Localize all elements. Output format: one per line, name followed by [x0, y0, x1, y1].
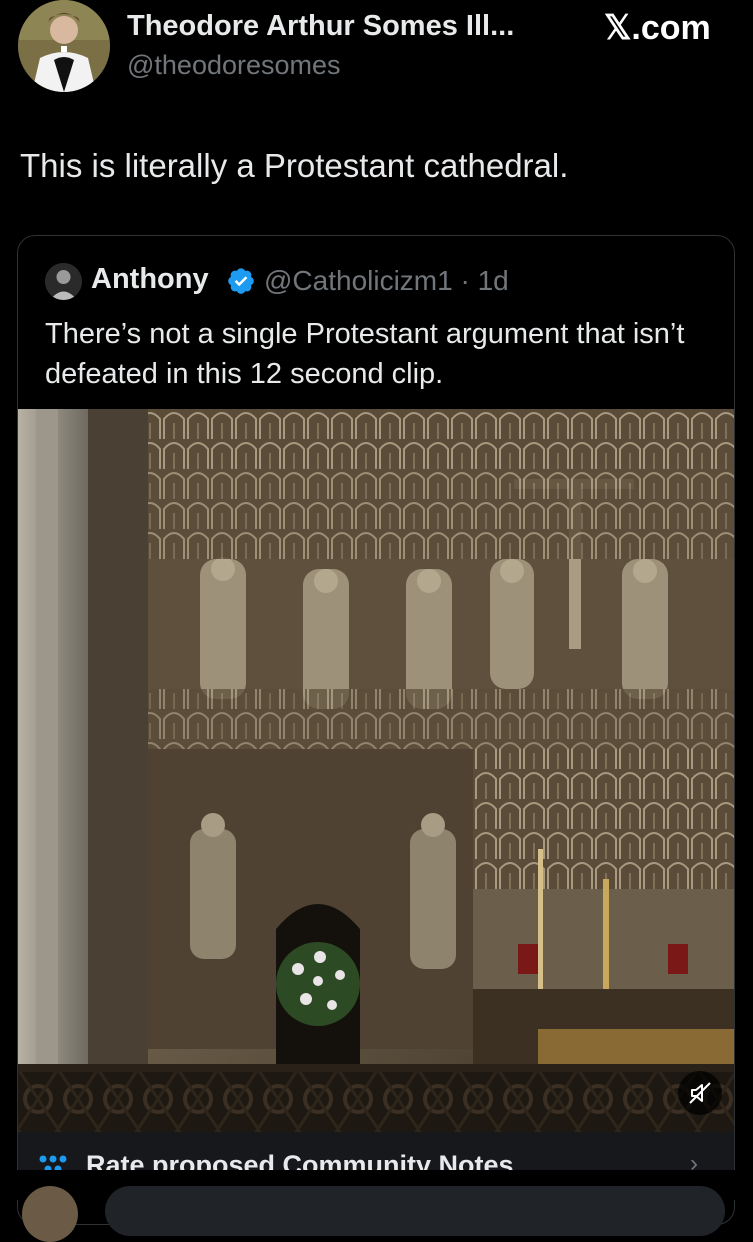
verified-badge-icon	[226, 266, 256, 296]
quoted-author-name[interactable]: Anthony	[91, 263, 209, 296]
author-handle[interactable]: @theodoresomes	[127, 50, 341, 81]
quoted-tweet-text: There’s not a single Protestant argument…	[45, 318, 685, 390]
quoted-author-avatar[interactable]	[45, 263, 82, 300]
site-label: 𝕏.com	[604, 9, 711, 47]
mute-button[interactable]	[678, 1071, 722, 1115]
author-avatar[interactable]	[18, 0, 110, 92]
quoted-handle-time[interactable]: @Catholicizm1 · 1d	[264, 265, 509, 297]
author-name[interactable]: Theodore Arthur Somes Ill...	[127, 10, 514, 43]
video-thumbnail[interactable]	[18, 409, 734, 1132]
mute-icon	[689, 1082, 711, 1104]
quoted-tweet-card[interactable]: Anthony @Catholicizm1 · 1d There’s not a…	[17, 235, 735, 1225]
reply-avatar	[22, 1186, 78, 1242]
tweet-text: This is literally a Protestant cathedral…	[20, 147, 569, 184]
cathedral-reredos-image	[18, 409, 734, 1132]
reply-input[interactable]	[105, 1186, 725, 1236]
